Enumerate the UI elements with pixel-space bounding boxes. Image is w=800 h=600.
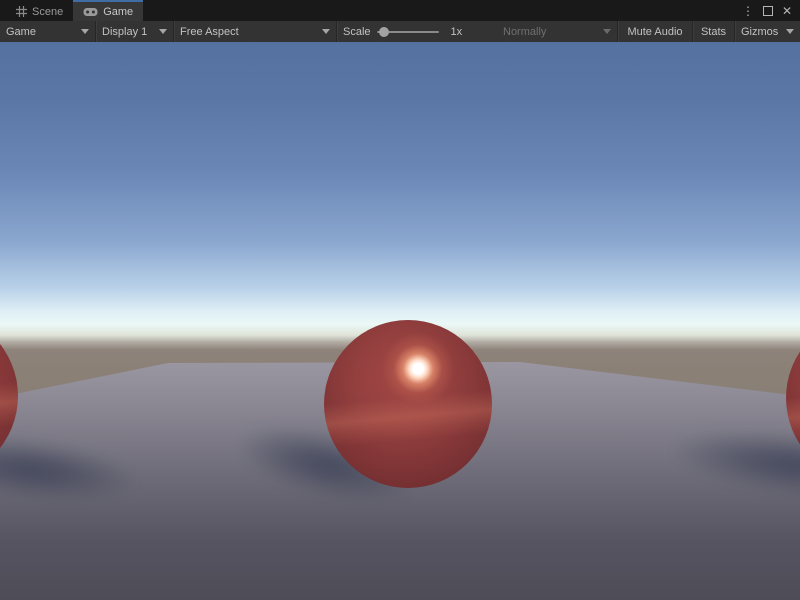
aspect-label: Free Aspect	[180, 26, 239, 38]
stats-button[interactable]: Stats	[692, 21, 734, 42]
scale-label: Scale	[343, 26, 371, 38]
maximize-icon[interactable]	[763, 6, 773, 16]
window-menu-icon[interactable]: ⋮	[742, 5, 754, 17]
maximize-on-play-label: Normally	[503, 26, 546, 38]
stats-label: Stats	[701, 26, 726, 38]
tab-scene[interactable]: Scene	[6, 0, 73, 21]
tab-scene-label: Scene	[32, 6, 63, 18]
close-icon[interactable]: ✕	[782, 5, 792, 17]
window-controls: ⋮ ✕	[742, 0, 800, 21]
display-label: Display 1	[102, 26, 147, 38]
chevron-down-icon	[322, 29, 330, 34]
tab-bar: Scene Game ⋮ ✕	[0, 0, 800, 21]
scale-value: 1x	[451, 26, 463, 38]
scale-slider[interactable]	[377, 26, 445, 38]
maximize-on-play-dropdown[interactable]: Normally	[497, 21, 617, 42]
chevron-down-icon	[603, 29, 611, 34]
gizmos-label: Gizmos	[741, 26, 778, 38]
gamepad-icon	[83, 7, 98, 17]
display-dropdown[interactable]: Display 1	[96, 21, 174, 42]
tab-game[interactable]: Game	[73, 0, 143, 21]
aspect-ratio-dropdown[interactable]: Free Aspect	[174, 21, 337, 42]
display-target-label: Game	[6, 26, 36, 38]
scale-control: Scale 1x	[337, 21, 488, 42]
tab-game-label: Game	[103, 6, 133, 18]
game-render-viewport[interactable]	[0, 42, 800, 600]
chevron-down-icon	[786, 29, 794, 34]
toolbar-gap	[488, 21, 497, 42]
gizmos-dropdown[interactable]: Gizmos	[734, 21, 800, 42]
mute-audio-button[interactable]: Mute Audio	[617, 21, 692, 42]
chevron-down-icon	[81, 29, 89, 34]
main-sphere	[324, 320, 492, 488]
game-view-toolbar: Game Display 1 Free Aspect Scale 1x Norm…	[0, 21, 800, 42]
mute-audio-label: Mute Audio	[627, 26, 682, 38]
chevron-down-icon	[159, 29, 167, 34]
display-target-dropdown[interactable]: Game	[0, 21, 96, 42]
scene-grid-icon	[16, 6, 27, 17]
scale-slider-knob[interactable]	[379, 27, 389, 37]
